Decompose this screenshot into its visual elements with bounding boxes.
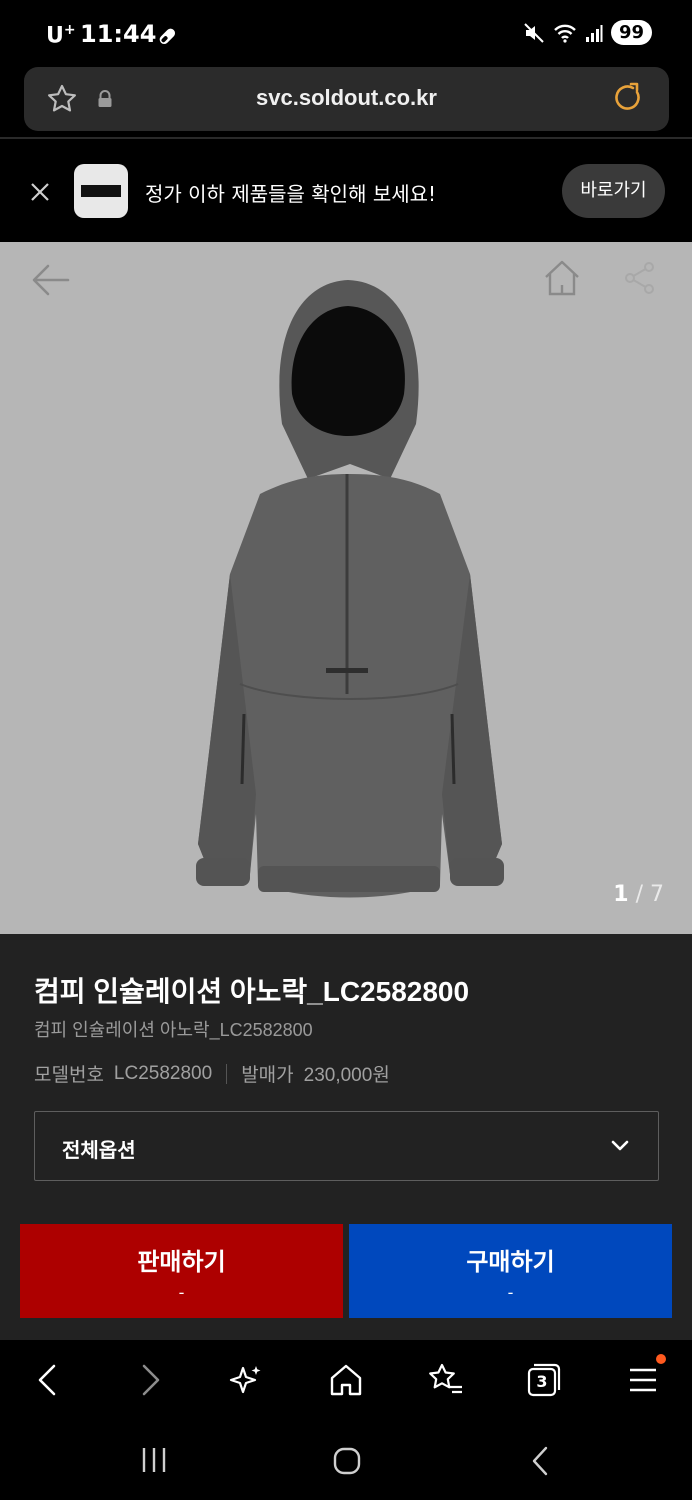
sell-button-price: -	[178, 1283, 185, 1302]
reload-icon[interactable]	[611, 81, 645, 119]
pill-icon	[155, 24, 179, 48]
share-icon[interactable]	[622, 260, 658, 300]
release-price-label: 발매가	[241, 1065, 294, 1086]
browser-forward-icon[interactable]	[134, 1362, 164, 1402]
browser-toolbar: 3	[0, 1340, 692, 1420]
option-dropdown-label: 전체옵션	[62, 1138, 136, 1162]
sell-button[interactable]: 판매하기 -	[20, 1224, 343, 1318]
signal-icon	[585, 23, 603, 43]
bookmarks-icon[interactable]	[426, 1362, 464, 1402]
gallery-page-indicator: 1 / 7	[613, 882, 664, 907]
battery-indicator: 99	[610, 20, 652, 45]
wifi-icon	[553, 22, 577, 44]
product-photo	[196, 280, 504, 898]
product-subtitle: 컴피 인슐레이션 아노락_LC2582800	[34, 1020, 313, 1040]
tab-count: 3	[536, 1372, 548, 1391]
recents-icon[interactable]	[140, 1446, 168, 1478]
model-number-label: 모델번호	[34, 1065, 104, 1086]
status-time: 11:44	[80, 20, 157, 48]
buy-button-price: -	[507, 1283, 514, 1302]
sell-button-label: 판매하기	[137, 1248, 226, 1276]
chevron-down-icon	[610, 1138, 630, 1157]
carrier-label: U+	[46, 22, 76, 49]
app-logo	[74, 164, 128, 218]
header-divider	[0, 137, 692, 139]
system-nav-bar	[0, 1420, 692, 1500]
model-number-value: LC2582800	[113, 1062, 213, 1084]
system-home-icon[interactable]	[332, 1446, 362, 1480]
promo-go-button[interactable]: 바로가기	[562, 164, 665, 218]
product-info-panel: 컴피 인슐레이션 아노락_LC2582800 컴피 인슐레이션 아노락_LC25…	[0, 934, 692, 1340]
browser-home-icon[interactable]	[328, 1362, 364, 1402]
status-bar: U+ 11:44 99	[0, 0, 692, 66]
release-price-value: 230,000원	[303, 1065, 390, 1086]
buy-button[interactable]: 구매하기 -	[349, 1224, 672, 1318]
product-image-gallery[interactable]: 1 / 7	[0, 242, 692, 934]
product-title: 컴피 인슐레이션 아노락_LC2582800	[34, 976, 470, 1007]
url-text[interactable]: svc.soldout.co.kr	[24, 85, 669, 111]
browser-back-icon[interactable]	[34, 1362, 64, 1402]
back-arrow-icon[interactable]	[30, 262, 72, 302]
promo-text: 정가 이하 제품들을 확인해 보세요!	[145, 182, 437, 206]
option-dropdown[interactable]: 전체옵션	[34, 1111, 659, 1181]
promo-banner: 정가 이하 제품들을 확인해 보세요! 바로가기	[0, 140, 692, 242]
sparkle-icon[interactable]	[228, 1362, 264, 1402]
address-bar[interactable]: svc.soldout.co.kr	[24, 67, 669, 131]
buy-button-label: 구매하기	[466, 1248, 555, 1276]
product-meta: 모델번호 LC2582800 발매가 230,000원	[34, 1060, 390, 1087]
notification-dot	[656, 1354, 666, 1364]
meta-divider	[226, 1063, 228, 1084]
tabs-icon[interactable]: 3	[526, 1362, 562, 1398]
system-back-icon[interactable]	[528, 1446, 552, 1480]
close-icon[interactable]	[28, 180, 52, 208]
mute-icon	[523, 22, 545, 44]
menu-icon[interactable]	[628, 1362, 658, 1402]
